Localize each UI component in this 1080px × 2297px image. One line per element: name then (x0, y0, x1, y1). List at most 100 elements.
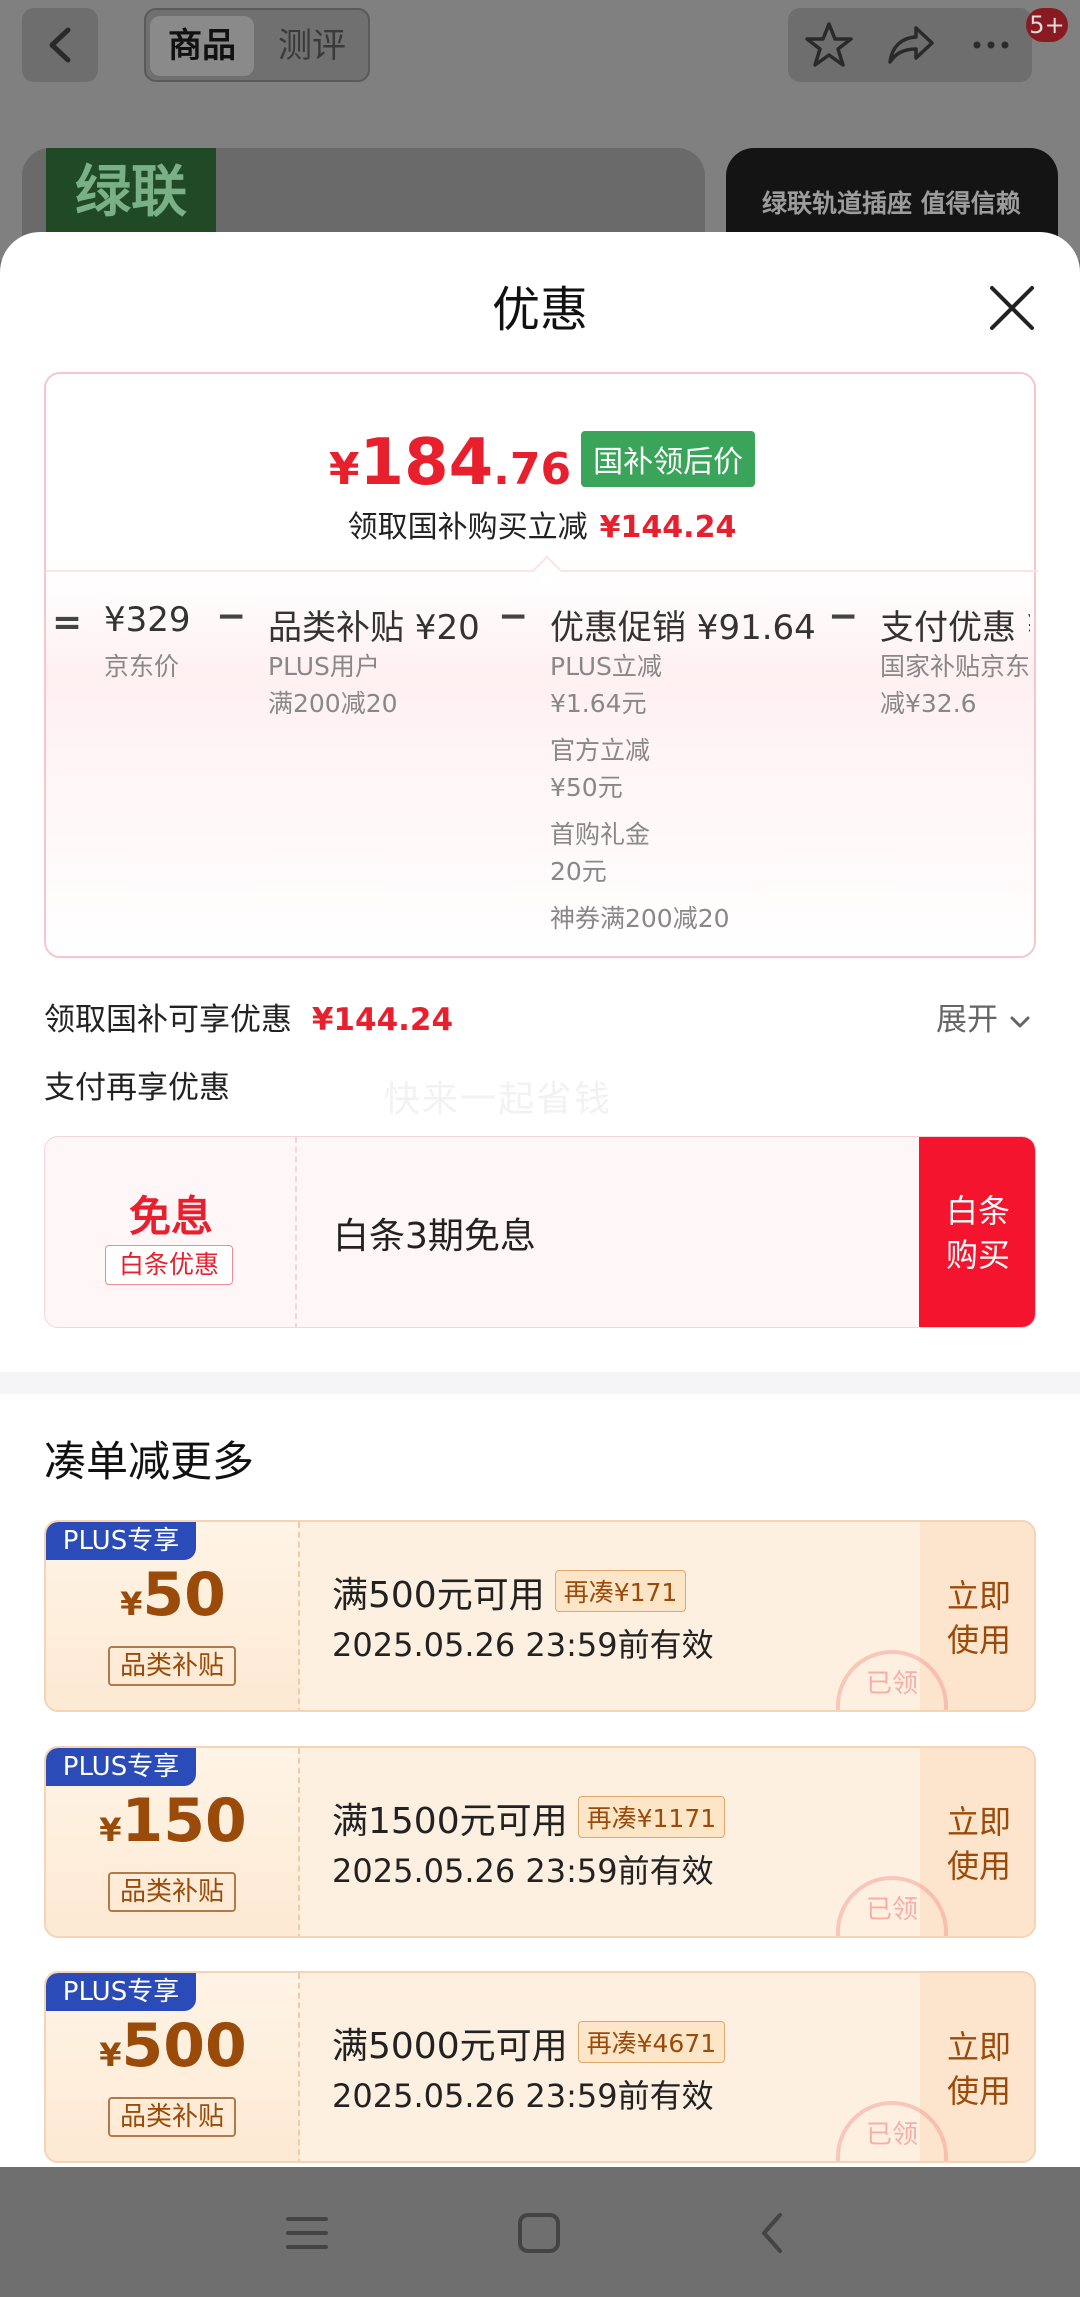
more-icon[interactable] (964, 18, 1018, 72)
price-decimal: .76 (493, 444, 572, 495)
line: 官方立减 (550, 736, 651, 765)
coupon-value: PLUS专享 ¥500 品类补贴 (46, 1973, 300, 2161)
coupon-number: 500 (121, 2011, 247, 2081)
coupon-condition-text: 满5000元可用 (332, 2026, 568, 2067)
coupon-condition: 满500元可用 再凑¥171 (332, 1566, 687, 1618)
baitiao-text: 白条3期免息 (333, 1216, 536, 1257)
coupon-condition-text: 满1500元可用 (332, 1801, 568, 1842)
share-icon[interactable] (884, 18, 938, 72)
line: 国家补贴京东 (880, 652, 1030, 681)
coupon-extra: 再凑¥171 (554, 1570, 687, 1612)
tab-review[interactable]: 测评 (262, 16, 362, 76)
payment-discount-clip: 支付优惠 ¥ 国家补贴京东 减¥32.6 (880, 594, 1030, 714)
coupon-category: 品类补贴 (108, 2097, 236, 2137)
coupon-yen: ¥ (120, 1585, 143, 1623)
system-nav-bar (0, 2167, 1080, 2297)
pointer-caret (531, 555, 563, 587)
line: PLUS用户 (268, 652, 380, 681)
line: ¥1.64元 (550, 689, 647, 718)
price-breakdown-box: ¥184.76 国补领后价 领取国补购买立减 ¥144.24 = ¥329 京东价 … (44, 372, 1038, 958)
watermark: 快来一起省钱 (384, 1079, 613, 1120)
operator-equals: = (52, 602, 83, 643)
coupon-number: 50 (142, 1560, 226, 1630)
top-tabs: 商品 测评 (144, 8, 370, 82)
final-price: ¥184.76 国补领后价 (46, 426, 1038, 500)
coupon-condition: 满5000元可用 再凑¥4671 (332, 2017, 726, 2069)
sheet-title: 优惠 (491, 282, 588, 338)
payment-discount-details: 国家补贴京东 减¥32.6 (880, 648, 1030, 714)
star-icon[interactable] (802, 18, 856, 72)
operator-minus: − (216, 596, 247, 637)
pay-benefit-label: 支付再享优惠 (44, 1070, 230, 1106)
promo-card-text: 绿联轨道插座 值得信赖 (762, 189, 1021, 218)
line: 首购礼金 (550, 820, 651, 849)
guobu-benefit-row: 领取国补可享优惠 ¥144.24 (44, 994, 453, 1039)
discount-sheet: 优惠 ¥184.76 国补领后价 领取国补购买立减 ¥144.24 = ¥329 京… (0, 232, 1080, 2167)
guobu-benefit-label: 领取国补可享优惠 (44, 1002, 292, 1038)
category-subsidy-details: PLUS用户 满200减20 (268, 648, 398, 722)
coupon-category: 品类补贴 (108, 1646, 236, 1686)
jd-price: ¥329 (104, 600, 191, 640)
jd-price-label: 京东价 (104, 648, 179, 685)
coupon-yen: ¥ (99, 1811, 122, 1849)
nav-back-icon[interactable] (748, 2209, 798, 2257)
coupon-validity: 2025.05.26 23:59前有效 (332, 1852, 714, 1890)
coupon-card: PLUS专享 ¥50 品类补贴 满500元可用 再凑¥171 2025.05.26… (44, 1520, 1036, 1712)
line: PLUS立减 (550, 652, 662, 681)
coupon-extra: 再凑¥4671 (577, 2021, 726, 2063)
expand-toggle[interactable]: 展开 (936, 994, 1032, 1039)
coupon-condition: 满1500元可用 再凑¥1171 (332, 1792, 726, 1844)
action-bar (788, 8, 1032, 82)
baitiao-badge: 免息 白条优惠 (45, 1137, 297, 1327)
coupon-condition-text: 满500元可用 (332, 1575, 545, 1616)
baitiao-card: 免息 白条优惠 白条3期免息 白条 购买 (44, 1136, 1036, 1328)
line: ¥50元 (550, 773, 623, 802)
coupon-value: PLUS专享 ¥50 品类补贴 (46, 1522, 300, 1710)
subsidy-line-amount: ¥144.24 (599, 510, 737, 545)
close-icon[interactable] (984, 280, 1040, 336)
coupon-amount: ¥150 (46, 1786, 300, 1856)
operator-minus: − (828, 596, 859, 637)
coupon-card: PLUS专享 ¥500 品类补贴 满5000元可用 再凑¥4671 2025.05… (44, 1971, 1036, 2163)
promotion-details: PLUS立减 ¥1.64元 官方立减 ¥50元 首购礼金 20元 神券满200减… (550, 648, 730, 937)
plus-tag: PLUS专享 (46, 1748, 196, 1786)
line: 减¥32.6 (880, 689, 977, 714)
price-integer: 184 (359, 426, 494, 500)
line: 满200减20 (268, 689, 398, 718)
notification-badge: 5+ (1026, 8, 1068, 42)
payment-discount: 支付优惠 ¥ (880, 608, 1030, 648)
coupon-validity: 2025.05.26 23:59前有效 (332, 1626, 714, 1664)
back-button[interactable] (22, 8, 98, 82)
back-icon (49, 27, 71, 63)
guobu-price-tag: 国补领后价 (581, 431, 756, 487)
baitiao-free-title: 免息 (128, 1192, 213, 1241)
coupon-amount: ¥50 (46, 1560, 300, 1630)
coupon-yen: ¥ (99, 2036, 122, 2074)
subsidy-line-text: 领取国补购买立减 (347, 510, 588, 545)
coupon-number: 150 (121, 1786, 247, 1856)
category-subsidy: 品类补贴 ¥20 (268, 608, 480, 648)
price-yen: ¥ (328, 444, 360, 495)
menu-icon[interactable] (282, 2211, 332, 2255)
home-icon[interactable] (514, 2209, 564, 2257)
line: 京东价 (104, 652, 180, 681)
coupon-extra: 再凑¥1171 (577, 1796, 726, 1838)
tab-goods[interactable]: 商品 (150, 16, 254, 76)
guobu-benefit-amount: ¥144.24 (311, 1002, 454, 1038)
line: 神券满200减20 (550, 904, 730, 933)
section-gap (0, 1372, 1080, 1394)
baitiao-buy-button[interactable]: 白条 购买 (919, 1137, 1035, 1327)
operator-minus: − (498, 596, 529, 637)
plus-tag: PLUS专享 (46, 1522, 196, 1560)
coupon-validity: 2025.05.26 23:59前有效 (332, 2077, 714, 2115)
subsidy-line: 领取国补购买立减 ¥144.24 (46, 502, 1038, 546)
chevron-down-icon (1010, 1016, 1030, 1027)
promotion-discount: 优惠促销 ¥91.64 (550, 608, 816, 648)
plus-tag: PLUS专享 (46, 1973, 196, 2011)
expand-label: 展开 (936, 1002, 998, 1038)
more-section-title: 凑单减更多 (44, 1437, 255, 1486)
coupon-card: PLUS专享 ¥150 品类补贴 满1500元可用 再凑¥1171 2025.05… (44, 1746, 1036, 1938)
coupon-value: PLUS专享 ¥150 品类补贴 (46, 1748, 300, 1936)
line: 20元 (550, 857, 607, 886)
coupon-amount: ¥500 (46, 2011, 300, 2081)
